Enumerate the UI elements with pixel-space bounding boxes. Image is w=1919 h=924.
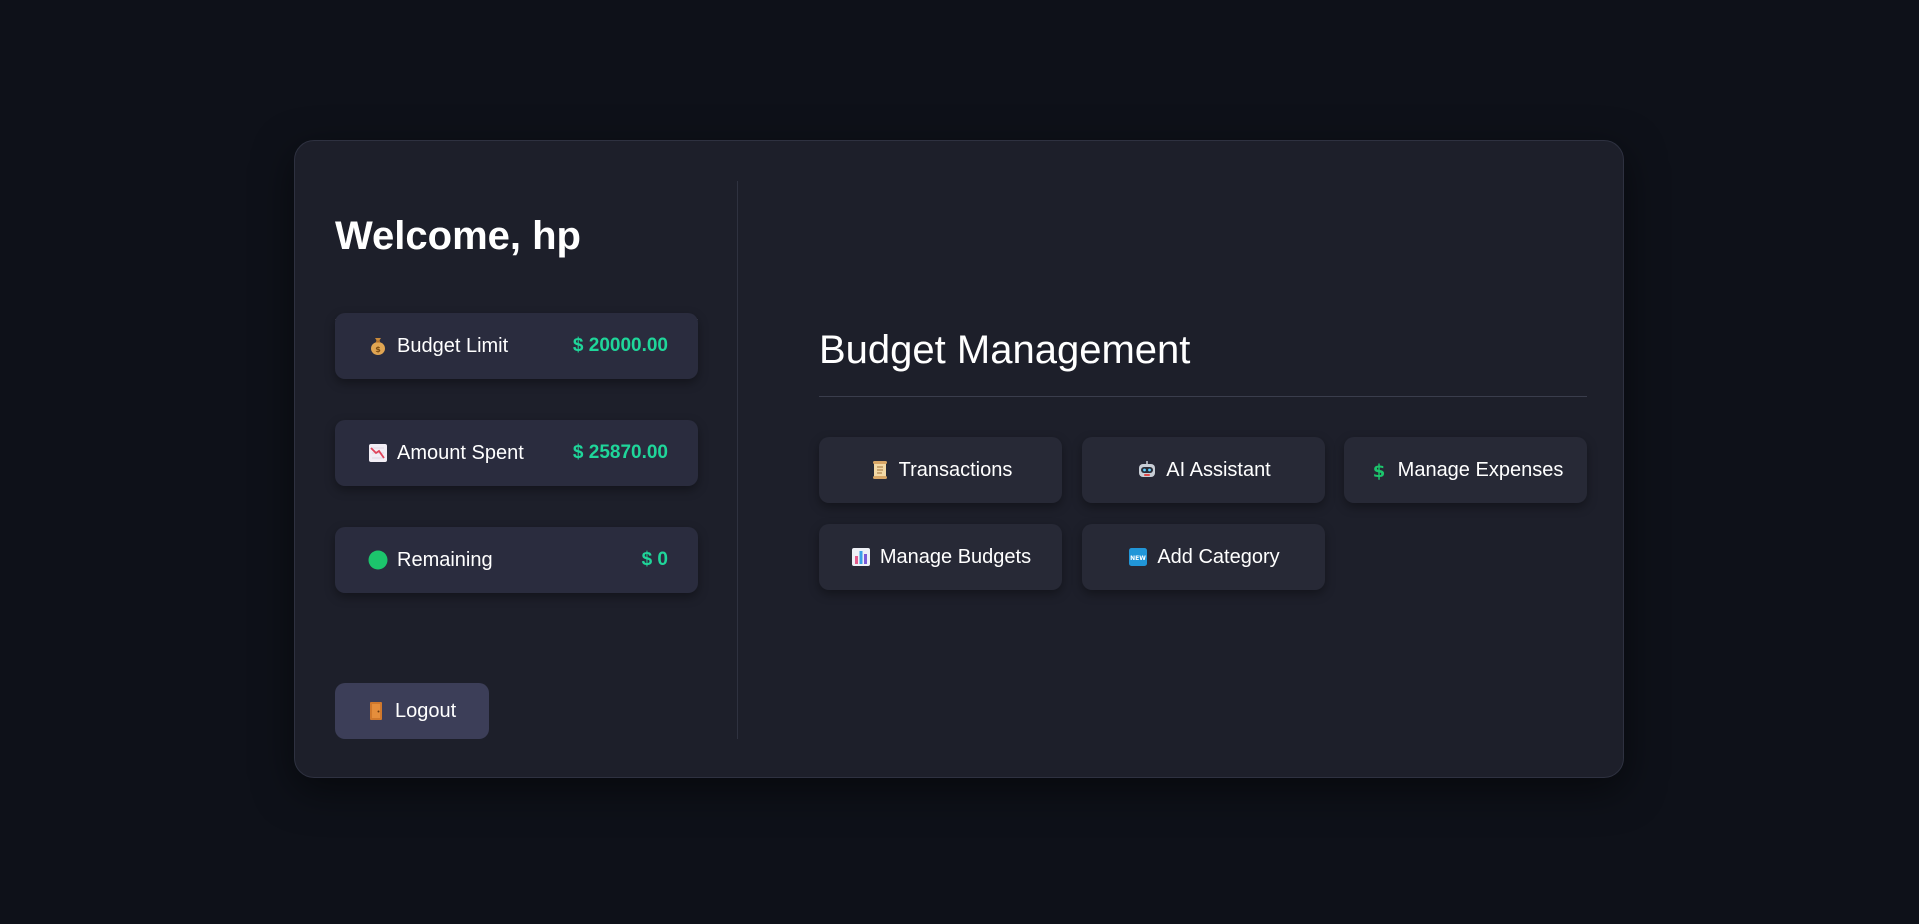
logout-label: Logout bbox=[395, 699, 457, 722]
svg-text:$: $ bbox=[375, 345, 381, 354]
dollar-sign-icon: $ bbox=[1368, 459, 1390, 481]
action-label: Manage Budgets bbox=[879, 545, 1032, 568]
stat-value: $ 25870.00 bbox=[572, 442, 668, 463]
money-bag-icon: $ bbox=[367, 335, 389, 357]
page-title: Budget Management bbox=[819, 328, 1191, 372]
stat-label: Remaining bbox=[397, 548, 493, 571]
action-label: Manage Expenses bbox=[1397, 458, 1564, 481]
action-label: Transactions bbox=[898, 458, 1013, 481]
stat-budget-limit: $ Budget Limit $ 20000.00 bbox=[335, 313, 698, 379]
title-divider bbox=[819, 396, 1587, 397]
robot-icon bbox=[1136, 459, 1158, 481]
sidebar: Welcome, hp $ Budget Limit $ 20000.00 Am… bbox=[335, 181, 698, 739]
dashboard-card: Welcome, hp $ Budget Limit $ 20000.00 Am… bbox=[294, 140, 1624, 778]
action-label: AI Assistant bbox=[1166, 458, 1271, 481]
svg-text:$: $ bbox=[1372, 461, 1385, 480]
chart-decreasing-icon bbox=[367, 442, 389, 464]
manage-expenses-button[interactable]: $ Manage Expenses bbox=[1344, 437, 1587, 503]
scroll-icon bbox=[869, 459, 891, 481]
stat-label: Budget Limit bbox=[397, 334, 509, 357]
stat-remaining: Remaining $ 0 bbox=[335, 527, 698, 593]
logout-button[interactable]: Logout bbox=[335, 683, 489, 739]
stat-amount-spent: Amount Spent $ 25870.00 bbox=[335, 420, 698, 486]
manage-budgets-button[interactable]: Manage Budgets bbox=[819, 524, 1062, 590]
new-badge-icon: NEW bbox=[1127, 546, 1149, 568]
stat-label: Amount Spent bbox=[397, 441, 524, 464]
green-circle-icon bbox=[367, 549, 389, 571]
door-icon bbox=[365, 700, 387, 722]
ai-assistant-button[interactable]: AI Assistant bbox=[1082, 437, 1325, 503]
bar-chart-icon bbox=[850, 546, 872, 568]
stat-value: $ 20000.00 bbox=[572, 335, 668, 356]
stat-value: $ 0 bbox=[641, 549, 668, 570]
main-panel: Budget Management Transactions AI Assist… bbox=[819, 141, 1587, 779]
welcome-heading: Welcome, hp bbox=[335, 214, 581, 258]
svg-text:NEW: NEW bbox=[1130, 555, 1146, 562]
vertical-divider bbox=[737, 181, 738, 739]
transactions-button[interactable]: Transactions bbox=[819, 437, 1062, 503]
action-label: Add Category bbox=[1157, 545, 1280, 568]
add-category-button[interactable]: NEW Add Category bbox=[1082, 524, 1325, 590]
